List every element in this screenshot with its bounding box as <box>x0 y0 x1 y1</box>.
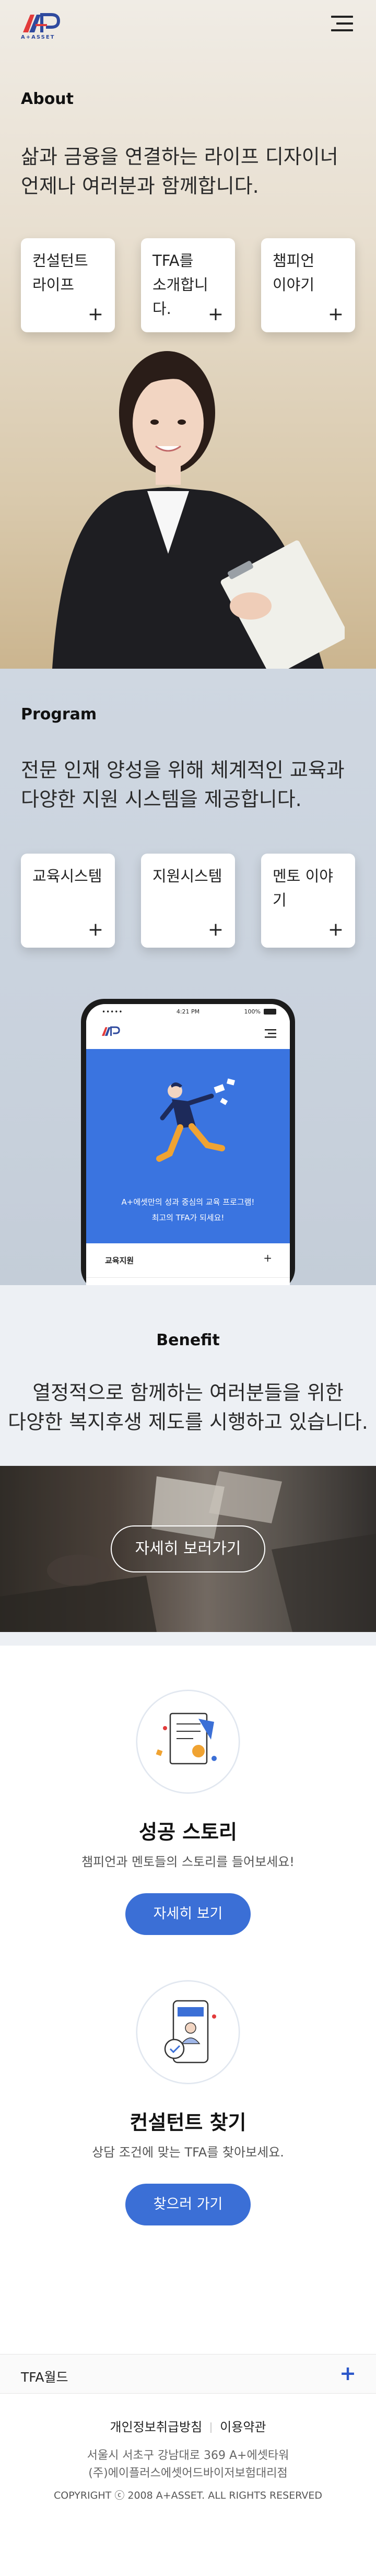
find-consultant-button[interactable]: 찾으러 가기 <box>125 2184 251 2225</box>
card-label-line1: TFA를 <box>152 252 194 270</box>
phone-mockup: ••••• 4:21 PM 100% A+에셋만의 성과 중심의 교육 프로그램… <box>81 999 295 1285</box>
receipt-icon <box>136 1690 240 1793</box>
footer-links: 개인정보취급방침 이용약관 <box>0 2417 376 2435</box>
find-consultant-sub: 상담 조건에 맞는 TFA를 찾아보세요. <box>92 2145 284 2160</box>
plus-icon: + <box>327 919 344 940</box>
card-support-system[interactable]: 지원시스템 + <box>141 854 235 948</box>
plus-icon: + <box>87 304 103 325</box>
success-story-title: 성공 스토리 <box>138 1821 238 1844</box>
phone-logo <box>101 1026 120 1036</box>
about-lead: 삶과 금융을 연결하는 라이프 디자이너 언제나 여러분과 함께합니다. <box>21 142 338 201</box>
benefit-lead: 열정적으로 함께하는 여러분들을 위한 다양한 복지후생 제도를 시행하고 있습… <box>0 1378 376 1437</box>
phone-app-bar <box>86 1020 290 1049</box>
card-consultant-life[interactable]: 컨설턴트 라이프 + <box>21 238 115 332</box>
site-footer: 개인정보취급방침 이용약관 서울시 서초구 강남대로 369 A+에셋타워 (주)… <box>0 2394 376 2576</box>
runner-illustration <box>156 1078 236 1162</box>
footer-company: (주)에이플러스에셋어드바이저보험대리점 <box>88 2467 288 2480</box>
phone-battery-text: 100% <box>244 1008 261 1015</box>
card-label: 멘토 이야기 <box>273 867 333 909</box>
phone-hero-banner: A+에셋만의 성과 중심의 교육 프로그램! 최고의 TFA가 되세요! <box>86 1049 290 1243</box>
phone-hero-text: A+에셋만의 성과 중심의 교육 프로그램! 최고의 TFA가 되세요! <box>86 1194 290 1226</box>
site-header: A+ASSET <box>0 0 376 50</box>
card-label-line2: 이야기 <box>273 276 315 294</box>
card-label: 컨설턴트 라이프 <box>32 249 105 297</box>
footer-address: 서울시 서초구 강남대로 369 A+에셋타워 <box>87 2449 289 2462</box>
program-lead: 전문 인재 양성을 위해 체계적인 교육과 다양한 지원 시스템을 제공합니다. <box>21 755 345 814</box>
phone-hero-line2: 최고의 TFA가 되세요! <box>151 1213 225 1222</box>
card-education-system[interactable]: 교육시스템 + <box>21 854 115 948</box>
program-label: Program <box>21 705 97 724</box>
about-section: About 삶과 금융을 연결하는 라이프 디자이너 언제나 여러분과 함께합니… <box>0 0 376 669</box>
footer-copyright: COPYRIGHT ⓒ 2008 A+ASSET. ALL RIGHTS RES… <box>53 2490 323 2501</box>
about-lead-line1: 삶과 금융을 연결하는 라이프 디자이너 <box>21 145 338 168</box>
program-section: Program 전문 인재 양성을 위해 체계적인 교육과 다양한 지원 시스템… <box>0 669 376 1285</box>
benefit-lead-line1: 열정적으로 함께하는 여러분들을 위한 <box>32 1381 344 1404</box>
program-lead-line2: 다양한 지원 시스템을 제공합니다. <box>21 788 302 811</box>
logo-subtext: A+ASSET <box>21 34 55 40</box>
find-consultant-title: 컨설턴트 찾기 <box>130 2111 246 2134</box>
stories-section: 성공 스토리 챔피언과 멘토들의 스토리를 들어보세요! 자세히 보기 컨설턴트… <box>0 1646 376 2354</box>
plus-icon: + <box>207 304 224 325</box>
benefit-label: Benefit <box>156 1331 220 1349</box>
card-label-line1: 컨설턴트 <box>32 252 88 270</box>
benefit-section: Benefit 열정적으로 함께하는 여러분들을 위한 다양한 복지후생 제도를… <box>0 1285 376 1646</box>
phone-menu-label: 교육지원 <box>105 1256 134 1265</box>
benefit-lead-line2: 다양한 복지후생 제도를 시행하고 있습니다. <box>8 1411 368 1433</box>
privacy-policy-link[interactable]: 개인정보취급방침 <box>110 2420 203 2434</box>
card-label-line1: 챔피언 <box>273 252 315 270</box>
benefit-detail-button[interactable]: 자세히 보러가기 <box>111 1525 265 1572</box>
card-label: 지원시스템 <box>152 867 222 885</box>
terms-link[interactable]: 이용약관 <box>220 2420 266 2434</box>
card-champion-story[interactable]: 챔피언 이야기 + <box>261 238 355 332</box>
plus-icon: + <box>263 1252 272 1264</box>
benefit-background-photo: 자세히 보러가기 <box>0 1466 376 1632</box>
success-story-button[interactable]: 자세히 보기 <box>125 1893 251 1935</box>
success-story-sub: 챔피언과 멘토들의 스토리를 들어보세요! <box>81 1855 295 1869</box>
program-lead-line1: 전문 인재 양성을 위해 체계적인 교육과 <box>21 759 345 782</box>
consultant-portrait <box>52 351 345 669</box>
phone-menu-row: 교육지원 + <box>86 1243 290 1278</box>
card-label-line2: 라이프 <box>32 276 75 294</box>
link-separator <box>210 2422 212 2433</box>
plus-icon: + <box>327 304 344 325</box>
card-tfa-intro[interactable]: TFA를 소개합니다. + <box>141 238 235 332</box>
about-lead-line2: 언제나 여러분과 함께합니다. <box>21 174 259 197</box>
hamburger-menu-icon[interactable] <box>331 15 353 32</box>
plus-icon: + <box>207 919 224 940</box>
tfa-world-accordion[interactable]: TFA월드 + <box>0 2354 376 2394</box>
plus-icon: + <box>339 2362 356 2385</box>
card-label: 교육시스템 <box>32 867 102 885</box>
phone-hero-line1: A+에셋만의 성과 중심의 교육 프로그램! <box>121 1197 255 1207</box>
about-label: About <box>21 90 74 108</box>
tfa-world-label: TFA월드 <box>21 2370 68 2385</box>
phone-menu-icon <box>265 1029 276 1038</box>
card-label: 챔피언 이야기 <box>273 249 346 297</box>
phone-status-bar: ••••• 4:21 PM 100% <box>86 1004 290 1020</box>
card-mentor-story[interactable]: 멘토 이야기 + <box>261 854 355 948</box>
plus-icon: + <box>87 919 103 940</box>
success-story-illustration <box>136 1689 240 1794</box>
phone-screen: ••••• 4:21 PM 100% A+에셋만의 성과 중심의 교육 프로그램… <box>86 1004 290 1285</box>
battery-icon <box>264 1009 276 1015</box>
find-consultant-illustration <box>136 1980 240 2084</box>
smartphone-search-icon <box>136 1980 240 2084</box>
